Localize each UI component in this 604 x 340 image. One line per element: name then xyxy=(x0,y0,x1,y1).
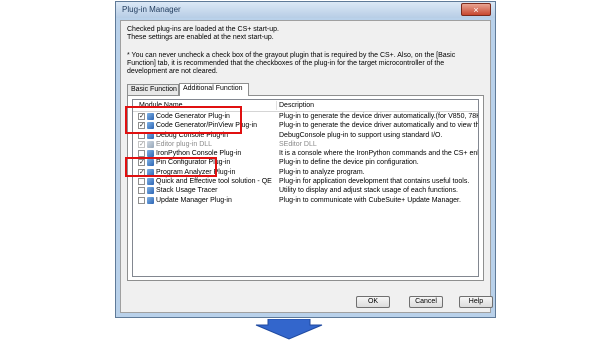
plugin-icon xyxy=(147,168,154,176)
plugin-description: It is a console where the IronPython com… xyxy=(279,150,478,158)
plugin-row[interactable]: Update Manager Plug-in Plug-in to communi… xyxy=(133,196,478,205)
plugin-name: Code Generator/PinView Plug-in xyxy=(156,122,258,130)
plugin-description: Plug-in for application development that… xyxy=(279,178,470,186)
plugin-checkbox[interactable]: ✓ xyxy=(138,168,145,176)
plugin-checkbox[interactable]: ✓ xyxy=(138,159,145,167)
plugin-icon xyxy=(147,140,154,148)
plugin-icon xyxy=(147,159,154,167)
plugin-checkbox: ✓ xyxy=(138,140,145,148)
plugin-description: DebugConsole plug-in to support using st… xyxy=(279,131,443,139)
plugin-icon xyxy=(147,150,154,158)
plugin-row[interactable]: ✓ Program Analyzer Plug-in Plug-in to anal… xyxy=(133,168,478,177)
plugin-rows: ✓ Code Generator Plug-in Plug-in to genera… xyxy=(133,112,478,205)
plugin-description: Plug-in to communicate with CubeSuite+ U… xyxy=(279,196,461,204)
plugin-icon xyxy=(147,122,154,130)
plugin-row[interactable]: ✓ Code Generator/PinView Plug-in Plug-in t… xyxy=(133,121,478,130)
plugin-name: Debug Console Plug-in xyxy=(156,131,228,139)
plugin-description: Utility to display and adjust stack usag… xyxy=(279,187,458,195)
plugin-row[interactable]: Stack Usage Tracer Utility to display and… xyxy=(133,186,478,195)
cancel-button[interactable]: Cancel xyxy=(409,296,443,308)
plugin-name: Pin Configurator Plug-in xyxy=(156,159,231,167)
plugin-row[interactable]: ✓ Code Generator Plug-in Plug-in to genera… xyxy=(133,112,478,121)
down-arrow-icon xyxy=(255,319,323,340)
plugin-checkbox[interactable] xyxy=(138,187,145,195)
tab-panel: Module Name Description ✓ Code Generator … xyxy=(127,95,484,281)
plugin-row[interactable]: ✓ Pin Configurator Plug-in Plug-in to defi… xyxy=(133,158,478,167)
intro-line-2: These settings are enabled at the next s… xyxy=(127,34,274,41)
plugin-icon xyxy=(147,178,154,186)
plugin-description: Plug-in to analyze program. xyxy=(279,168,365,176)
plugin-description: Plug-in to define the device pin configu… xyxy=(279,159,419,167)
plugin-name: IronPython Console Plug-in xyxy=(156,150,242,158)
tab-basic-function[interactable]: Basic Function xyxy=(127,84,179,95)
plugin-checkbox[interactable] xyxy=(138,178,145,186)
plugin-checkbox[interactable]: ✓ xyxy=(138,113,145,120)
plugin-checkbox[interactable] xyxy=(138,196,145,204)
plugin-description: SEditor DLL xyxy=(279,140,317,148)
plugin-name: Update Manager Plug-in xyxy=(156,196,232,204)
plugin-row[interactable]: Quick and Effective tool solution - QE Pl… xyxy=(133,177,478,186)
ok-button[interactable]: OK xyxy=(356,296,390,308)
list-header: Module Name Description xyxy=(133,100,478,112)
dialog-client-area: Checked plug-ins are loaded at the CS+ s… xyxy=(120,20,493,313)
window-title: Plug-in Manager xyxy=(122,5,181,14)
column-separator[interactable] xyxy=(276,101,277,110)
note-text: * You can never uncheck a check box of t… xyxy=(127,52,456,75)
plugin-name: Editor plug-in DLL xyxy=(156,140,213,148)
column-description[interactable]: Description xyxy=(279,102,314,109)
intro-line-1: Checked plug-ins are loaded at the CS+ s… xyxy=(127,26,279,33)
close-button[interactable]: × xyxy=(461,3,491,16)
plugin-description: Plug-in to generate the device driver au… xyxy=(279,113,478,120)
plugin-name: Program Analyzer Plug-in xyxy=(156,168,236,176)
tab-additional-function[interactable]: Additional Function xyxy=(179,83,249,96)
column-module-name[interactable]: Module Name xyxy=(139,102,183,109)
plugin-icon xyxy=(147,196,154,204)
plugin-name: Code Generator Plug-in xyxy=(156,113,230,120)
plugin-checkbox[interactable] xyxy=(138,150,145,158)
plugin-checkbox[interactable] xyxy=(138,131,145,139)
plugin-icon xyxy=(147,113,154,120)
plugin-checkbox[interactable]: ✓ xyxy=(138,122,145,130)
plugin-name: Stack Usage Tracer xyxy=(156,187,218,195)
plugin-list[interactable]: Module Name Description ✓ Code Generator … xyxy=(132,99,479,277)
plugin-icon xyxy=(147,131,154,139)
plugin-name: Quick and Effective tool solution - QE xyxy=(156,178,272,186)
plugin-row[interactable]: IronPython Console Plug-in It is a consol… xyxy=(133,149,478,158)
title-bar: Plug-in Manager × xyxy=(116,2,495,18)
plugin-row[interactable]: ✓ Editor plug-in DLL SEditor DLL xyxy=(133,140,478,149)
close-icon: × xyxy=(473,5,479,15)
plugin-row[interactable]: Debug Console Plug-in DebugConsole plug-i… xyxy=(133,131,478,140)
plugin-description: Plug-in to generate the device driver au… xyxy=(279,122,479,130)
intro-text: Checked plug-ins are loaded at the CS+ s… xyxy=(127,26,279,42)
help-button[interactable]: Help xyxy=(459,296,493,308)
plugin-icon xyxy=(147,187,154,195)
plugin-manager-window: Plug-in Manager × Checked plug-ins are l… xyxy=(115,1,496,318)
